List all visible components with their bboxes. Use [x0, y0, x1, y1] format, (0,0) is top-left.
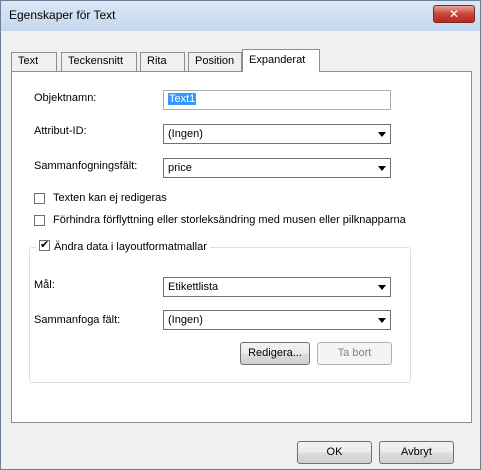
- merge-field-select[interactable]: price: [163, 158, 391, 178]
- close-button[interactable]: ✕: [433, 5, 475, 23]
- attribute-id-value: (Ingen): [168, 128, 203, 140]
- group-merge-field-value: (Ingen): [168, 314, 203, 326]
- edit-layout-data-checkbox[interactable]: [39, 238, 50, 251]
- tab-panel-expanded: Objektnamn: Text1 Attribut-ID: (Ingen) S…: [11, 71, 472, 423]
- not-editable-label[interactable]: Texten kan ej redigeras: [53, 192, 167, 204]
- edit-button[interactable]: Redigera...: [240, 342, 310, 365]
- prevent-move-label[interactable]: Förhindra förflyttning eller storleksänd…: [53, 214, 406, 226]
- object-name-label: Objektnamn:: [34, 92, 97, 104]
- tab-position[interactable]: Position: [188, 52, 242, 71]
- group-merge-field-select[interactable]: (Ingen): [163, 310, 391, 330]
- merge-field-value: price: [168, 162, 192, 174]
- title-bar[interactable]: Egenskaper för Text ✕: [1, 1, 480, 31]
- remove-button: Ta bort: [317, 342, 392, 365]
- chevron-down-icon[interactable]: [373, 125, 390, 143]
- target-value: Etikettlista: [168, 281, 219, 293]
- chevron-down-icon[interactable]: [373, 311, 390, 329]
- group-legend: Ändra data i layoutformatmallar: [36, 238, 210, 253]
- tab-text[interactable]: Text: [11, 52, 57, 71]
- dialog-client: Text Teckensnitt Rita Position Expandera…: [5, 31, 476, 465]
- close-icon: ✕: [448, 7, 460, 21]
- attribute-id-label: Attribut-ID:: [34, 125, 87, 137]
- chevron-down-icon[interactable]: [373, 278, 390, 296]
- prevent-move-checkbox[interactable]: [34, 215, 45, 226]
- not-editable-checkbox[interactable]: [34, 193, 45, 204]
- properties-dialog: Egenskaper för Text ✕ Text Teckensnitt R…: [0, 0, 481, 470]
- target-label: Mål:: [34, 279, 55, 291]
- ok-button[interactable]: OK: [297, 441, 372, 464]
- object-name-input[interactable]: Text1: [163, 90, 391, 110]
- attribute-id-select[interactable]: (Ingen): [163, 124, 391, 144]
- chevron-down-icon[interactable]: [373, 159, 390, 177]
- group-legend-label[interactable]: Ändra data i layoutformatmallar: [54, 241, 207, 253]
- cancel-button[interactable]: Avbryt: [379, 441, 454, 464]
- group-merge-field-label: Sammanfoga fält:: [34, 314, 121, 326]
- object-name-value: Text1: [168, 93, 197, 105]
- target-select[interactable]: Etikettlista: [163, 277, 391, 297]
- dialog-title: Egenskaper för Text: [9, 8, 116, 22]
- tab-font[interactable]: Teckensnitt: [61, 52, 137, 71]
- tab-draw[interactable]: Rita: [140, 52, 185, 71]
- tab-expanded[interactable]: Expanderat: [242, 49, 320, 72]
- merge-field-label: Sammanfogningsfält:: [34, 160, 138, 172]
